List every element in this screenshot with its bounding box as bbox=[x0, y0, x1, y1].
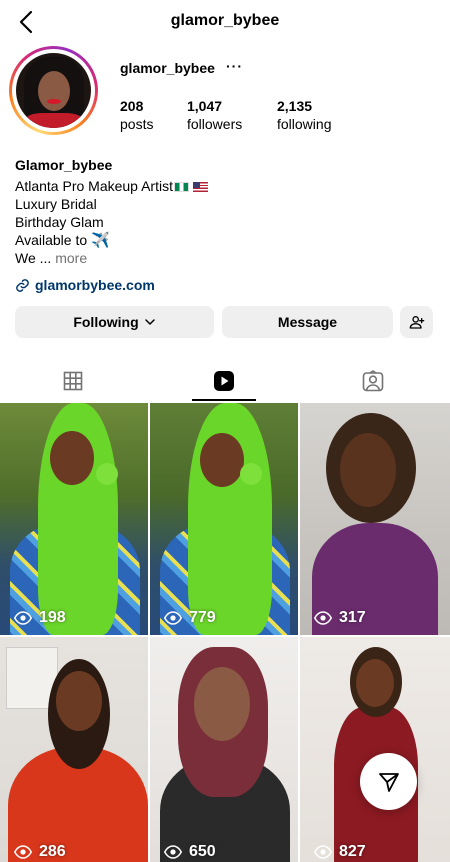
bio-line: Birthday Glam bbox=[15, 214, 104, 230]
avatar-story-ring[interactable] bbox=[9, 46, 98, 135]
profile-username: glamor_bybee bbox=[120, 60, 215, 76]
reel-thumbnail[interactable]: 317 bbox=[300, 403, 450, 635]
message-button[interactable]: Message bbox=[222, 306, 393, 338]
stat-following[interactable]: 2,135 following bbox=[277, 97, 331, 133]
reel-thumbnail[interactable]: 650 bbox=[150, 637, 298, 862]
stat-followers-label: followers bbox=[187, 116, 243, 132]
reel-view-count: 779 bbox=[164, 609, 216, 627]
message-label: Message bbox=[277, 314, 338, 330]
add-person-icon bbox=[409, 316, 424, 329]
reel-view-count-value: 779 bbox=[189, 609, 216, 626]
reel-view-count-value: 650 bbox=[189, 843, 216, 860]
eye-icon bbox=[164, 611, 182, 625]
airplane-icon: ✈️ bbox=[91, 232, 110, 249]
send-icon bbox=[378, 772, 399, 792]
eye-icon bbox=[164, 845, 182, 859]
eye-icon bbox=[14, 845, 32, 859]
grid-icon bbox=[63, 371, 82, 391]
reel-view-count-value: 317 bbox=[339, 609, 366, 626]
bio-line: We ... bbox=[15, 250, 56, 266]
reel-view-count-value: 198 bbox=[39, 609, 66, 626]
bio-website-link[interactable]: glamorbybee.com bbox=[15, 277, 155, 293]
eye-icon bbox=[314, 611, 332, 625]
reel-view-count: 827 bbox=[314, 843, 366, 861]
stat-posts[interactable]: 208 posts bbox=[120, 97, 153, 133]
reel-view-count: 198 bbox=[14, 609, 66, 627]
reel-view-count: 650 bbox=[164, 843, 216, 861]
avatar[interactable] bbox=[16, 53, 91, 128]
profile-tabs bbox=[0, 361, 450, 401]
nigeria-flag-icon bbox=[173, 182, 189, 192]
reel-thumbnail[interactable]: 779 bbox=[150, 403, 298, 635]
us-flag-icon bbox=[192, 182, 208, 192]
link-icon bbox=[16, 278, 29, 292]
stat-posts-count: 208 bbox=[120, 98, 144, 114]
tab-reels[interactable] bbox=[192, 361, 256, 401]
suggested-users-button[interactable] bbox=[400, 306, 433, 338]
eye-icon bbox=[314, 845, 332, 859]
reel-view-count-value: 286 bbox=[39, 843, 66, 860]
more-options-icon[interactable]: ··· bbox=[226, 58, 243, 74]
top-bar: glamor_bybee bbox=[0, 0, 450, 44]
reel-view-count: 286 bbox=[14, 843, 66, 861]
website-url: glamorbybee.com bbox=[35, 277, 155, 293]
following-button[interactable]: Following bbox=[15, 306, 214, 338]
chevron-down-icon bbox=[144, 319, 155, 325]
bio-line: Atlanta Pro Makeup Artist bbox=[15, 178, 173, 194]
bio-display-name: Glamor_bybee bbox=[15, 157, 113, 173]
bio-more-link[interactable]: more bbox=[55, 250, 87, 266]
tab-grid[interactable] bbox=[30, 361, 115, 401]
bio-text: Atlanta Pro Makeup Artist Luxury Bridal … bbox=[15, 177, 208, 267]
reel-thumbnail[interactable]: 286 bbox=[0, 637, 148, 862]
stat-followers[interactable]: 1,047 followers bbox=[187, 97, 242, 133]
reel-thumbnail[interactable]: 198 bbox=[0, 403, 148, 635]
reel-thumbnail[interactable]: 827 bbox=[300, 637, 450, 862]
active-tab-indicator bbox=[192, 399, 256, 401]
stat-following-count: 2,135 bbox=[277, 98, 313, 114]
eye-icon bbox=[14, 611, 32, 625]
reel-view-count: 317 bbox=[314, 609, 366, 627]
tagged-icon bbox=[362, 370, 383, 392]
stat-followers-count: 1,047 bbox=[187, 98, 223, 114]
following-label: Following bbox=[73, 314, 139, 330]
stat-following-label: following bbox=[277, 116, 332, 132]
reel-view-count-value: 827 bbox=[339, 843, 366, 860]
tab-tagged[interactable] bbox=[330, 361, 415, 401]
stat-posts-label: posts bbox=[120, 116, 154, 132]
bio-line: Available to bbox=[15, 232, 92, 248]
header-username: glamor_bybee bbox=[170, 12, 280, 29]
send-message-button[interactable] bbox=[360, 753, 417, 810]
bio-line: Luxury Bridal bbox=[15, 196, 97, 212]
reels-icon bbox=[214, 371, 234, 391]
